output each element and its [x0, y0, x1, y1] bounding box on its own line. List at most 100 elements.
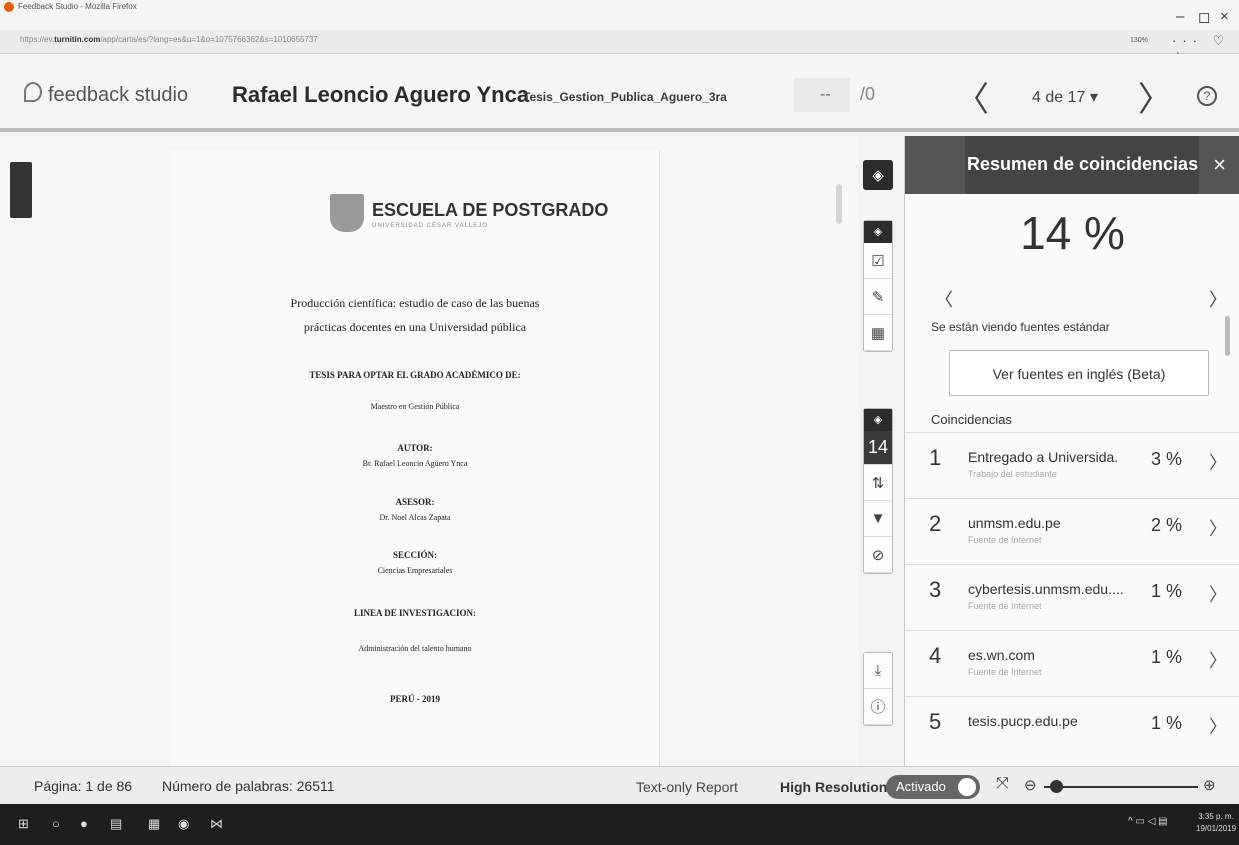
sources-note: Se están viendo fuentes estándar: [931, 320, 1110, 334]
previous-match-icon[interactable]: 〈: [935, 286, 953, 312]
os-taskbar: ⊞ ○ ● ▤ ▦ ◉ ⋈ ^ ▭ ◁ ▤ 3:35 p. m. 19/01/2…: [0, 804, 1239, 845]
match-number: 1: [929, 445, 942, 470]
author-name: Br. Rafael Leoncio Agüero Ynca: [362, 459, 468, 468]
match-percent: 1 %: [1151, 581, 1183, 601]
similarity-tools-group: ◈ 14 ⇅ ▼ ⊘: [863, 408, 893, 574]
match-number: 5: [929, 709, 942, 734]
section-label: SECCIÓN:: [392, 550, 437, 560]
exclude-sources-icon[interactable]: ⊘: [864, 537, 892, 573]
address-bar[interactable]: https://ev.turnitin.com/app/carta/es/?la…: [0, 30, 1239, 64]
chrome-icon[interactable]: ◉: [178, 816, 189, 832]
task-view-icon[interactable]: ○: [52, 816, 60, 831]
match-source-type: Fuente de Internet: [968, 535, 1042, 545]
minimize-button[interactable]: –: [1176, 8, 1184, 25]
clock-date: 19/01/2019: [1196, 824, 1237, 833]
match-row[interactable]: 5 tesis.pucp.edu.pe 1 % 〉: [905, 696, 1239, 766]
page-info: Página: 1 de 86: [34, 778, 133, 794]
thesis-title-line-2: prácticas docentes en una Universidad pú…: [303, 320, 527, 334]
match-number: 3: [929, 577, 942, 602]
panel-scrollbar[interactable]: [1225, 316, 1230, 356]
word-count: Número de palabras: 26511: [162, 778, 335, 794]
match-row[interactable]: 4 es.wn.com Fuente de Internet 1 % 〉: [905, 630, 1239, 696]
view-english-sources-button[interactable]: Ver fuentes en inglés (Beta): [949, 350, 1209, 396]
student-name: Rafael Leoncio Aguero Ynca: [232, 82, 530, 107]
excel-icon[interactable]: ▦: [148, 816, 160, 832]
match-overview-panel: Resumen de coincidencias × 14 % 〈 〉 Se e…: [904, 136, 1239, 766]
panel-header: Resumen de coincidencias ×: [905, 136, 1239, 194]
grade-value: --: [820, 86, 831, 103]
match-percent: 2 %: [1151, 515, 1183, 535]
match-source-type: Trabajo del estudiante: [968, 469, 1057, 479]
app-taskbar-icon[interactable]: ⋈: [210, 816, 223, 832]
chevron-right-icon: 〉: [1209, 519, 1227, 539]
toggle-knob: [958, 778, 976, 796]
browser-title-bar: Feedback Studio - Mozilla Firefox – ◻ ×: [0, 0, 1239, 30]
similarity-score-button[interactable]: 14: [864, 431, 892, 465]
document-title: Tesis_Gestion_Publica_Aguero_3ra: [523, 90, 727, 104]
next-match-icon[interactable]: 〉: [1209, 286, 1227, 312]
filter-icon[interactable]: ▼: [864, 501, 892, 537]
match-row[interactable]: 3 cybertesis.unmsm.edu.... Fuente de Int…: [905, 564, 1239, 630]
download-icon[interactable]: ⤓: [864, 653, 892, 689]
document-page: ESCUELA DE POSTGRADO UNIVERSIDAD CÉSAR V…: [170, 150, 660, 766]
firefox-taskbar-icon[interactable]: ●: [80, 816, 88, 831]
match-number: 2: [929, 511, 942, 536]
research-line-label: LINEA DE INVESTIGACION:: [353, 608, 477, 618]
side-toolbar: ◈ ◈ ☑ ✎ ▦ ◈ 14 ⇅ ▼ ⊘ ⤓ ⓘ: [858, 136, 904, 766]
sort-matches-icon[interactable]: ⇅: [864, 465, 892, 501]
paper-counter-dropdown[interactable]: 4 de 17 ▾: [1032, 87, 1098, 107]
document-tools-group: ⤓ ⓘ: [863, 652, 893, 726]
match-source-type: Fuente de Internet: [968, 667, 1042, 677]
match-percent: 3 %: [1151, 449, 1183, 469]
grade-max: /0: [860, 84, 876, 104]
file-explorer-icon[interactable]: ▤: [110, 816, 122, 832]
tray-clock[interactable]: 3:35 p. m. 19/01/2019: [1196, 811, 1236, 835]
maximize-button[interactable]: ◻: [1198, 8, 1210, 26]
firefox-icon: [4, 2, 14, 12]
rubric-grid-icon[interactable]: ▦: [864, 315, 892, 351]
overall-similarity-score: 14 %: [1020, 207, 1125, 259]
help-icon[interactable]: ?: [1197, 86, 1217, 106]
match-percent: 1 %: [1151, 713, 1183, 733]
url-text[interactable]: https://ev.turnitin.com/app/carta/es/?la…: [20, 35, 318, 44]
left-drawer-tab[interactable]: [10, 162, 32, 218]
close-panel-button[interactable]: ×: [1199, 136, 1239, 194]
fit-page-icon[interactable]: ⤧: [996, 775, 1009, 793]
panel-title: Resumen de coincidencias: [967, 154, 1199, 174]
advisor-name: Dr. Noel Alcas Zapata: [379, 513, 451, 522]
match-source: tesis.pucp.edu.pe: [968, 713, 1078, 729]
feedback-studio-logo-icon: [24, 82, 42, 102]
app-header: feedback studio Rafael Leoncio Aguero Yn…: [0, 54, 1239, 132]
match-row[interactable]: 1 Entregado a Universida. Trabajo del es…: [905, 432, 1239, 498]
high-resolution-toggle[interactable]: Activado: [886, 775, 980, 799]
system-tray-icons[interactable]: ^ ▭ ◁ ▤: [1128, 816, 1168, 827]
text-only-report-link[interactable]: Text-only Report: [636, 779, 738, 795]
research-line: Administración del talento humano: [358, 644, 472, 653]
zoom-level[interactable]: 130%: [1130, 37, 1148, 44]
previous-paper-button[interactable]: 〈: [955, 72, 989, 121]
match-source: cybertesis.unmsm.edu....: [968, 581, 1124, 597]
chevron-right-icon: 〉: [1209, 651, 1227, 671]
zoom-out-icon[interactable]: ⊖: [1024, 776, 1037, 794]
zoom-slider-handle[interactable]: [1050, 780, 1063, 793]
info-icon[interactable]: ⓘ: [864, 689, 892, 725]
next-paper-button[interactable]: 〉: [1138, 72, 1172, 121]
chevron-right-icon: 〉: [1209, 453, 1227, 473]
close-window-button[interactable]: ×: [1220, 8, 1229, 25]
edit-comment-icon[interactable]: ✎: [864, 279, 892, 315]
document-viewer[interactable]: ESCUELA DE POSTGRADO UNIVERSIDAD CÉSAR V…: [0, 136, 858, 766]
windows-start-icon[interactable]: ⊞: [18, 816, 29, 832]
zoom-in-icon[interactable]: ⊕: [1203, 776, 1216, 794]
clock-time: 3:35 p. m.: [1198, 812, 1234, 821]
status-bar: Página: 1 de 86 Número de palabras: 2651…: [0, 766, 1239, 804]
chevron-right-icon: 〉: [1209, 585, 1227, 605]
quickmark-icon[interactable]: ☑: [864, 243, 892, 279]
document-scrollbar[interactable]: [836, 184, 842, 224]
layers-icon[interactable]: ◈: [863, 160, 893, 190]
match-number: 4: [929, 643, 942, 668]
section-name: Ciencias Empresariales: [377, 566, 453, 575]
panel-header-accent: [905, 136, 965, 194]
author-label: AUTOR:: [397, 443, 433, 453]
match-row[interactable]: 2 unmsm.edu.pe Fuente de Internet 2 % 〉: [905, 498, 1239, 564]
zoom-slider-track[interactable]: [1044, 786, 1198, 788]
